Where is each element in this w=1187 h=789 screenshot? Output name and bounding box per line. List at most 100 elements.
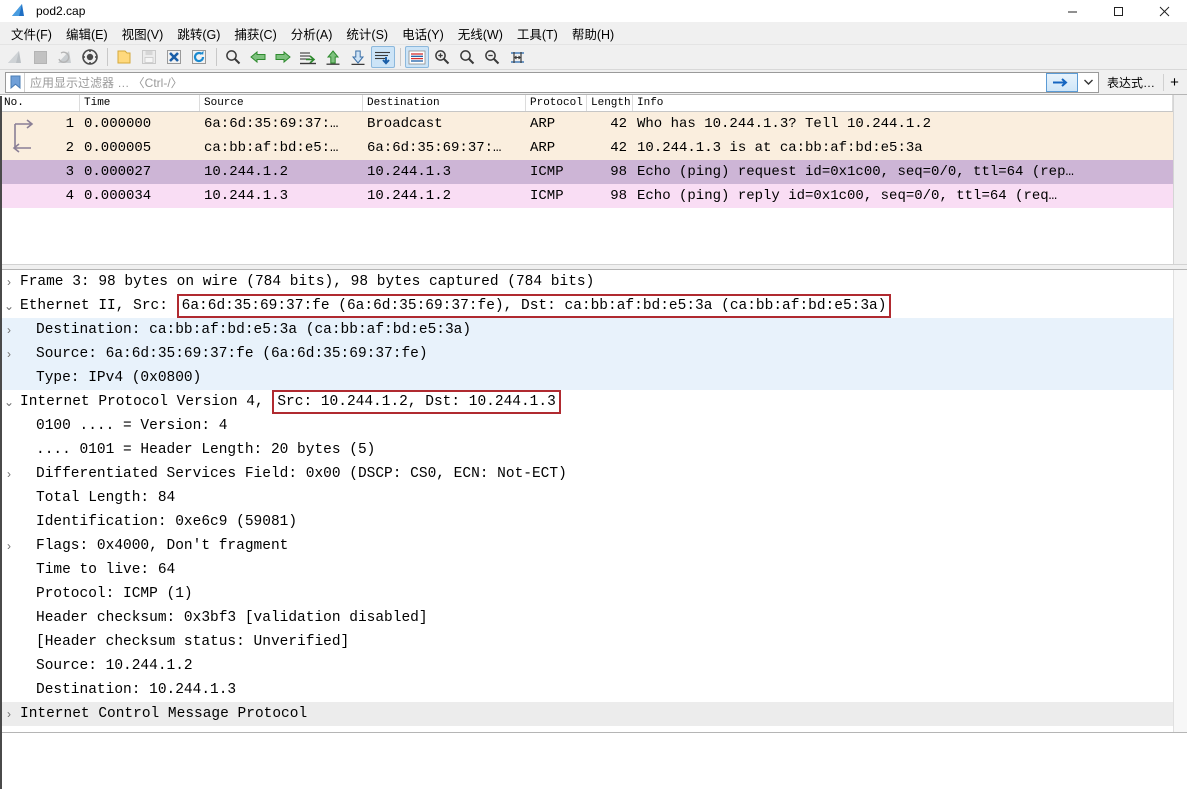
- cell-length: 42: [610, 140, 627, 156]
- column-header-source[interactable]: Source: [200, 95, 363, 111]
- cell-time: 0.000034: [84, 188, 152, 204]
- minimize-button[interactable]: [1049, 0, 1095, 22]
- cell-source: 10.244.1.2: [204, 164, 289, 180]
- menu-view[interactable]: 视图(V): [115, 22, 171, 45]
- table-row[interactable]: 3 0.000027 10.244.1.2 10.244.1.3 ICMP 98 Echo …: [0, 160, 1187, 184]
- go-to-packet-icon[interactable]: [296, 46, 320, 68]
- table-row[interactable]: 4 0.000034 10.244.1.3 10.244.1.2 ICMP 98 Echo …: [0, 184, 1187, 208]
- chevron-right-icon[interactable]: ›: [0, 467, 18, 481]
- menu-help[interactable]: 帮助(H): [565, 22, 621, 45]
- menu-telephony[interactable]: 电话(Y): [395, 22, 451, 45]
- cell-destination: Broadcast: [367, 116, 443, 132]
- detail-row[interactable]: › Flags: 0x4000, Don't fragment: [0, 534, 1187, 558]
- filter-expression-button[interactable]: 表达式…: [1099, 74, 1163, 91]
- chevron-down-icon[interactable]: [1079, 73, 1098, 92]
- menu-statistics[interactable]: 统计(S): [339, 22, 395, 45]
- detail-row[interactable]: Total Length: 84: [0, 486, 1187, 510]
- detail-text: Internet Protocol Version 4,: [20, 394, 273, 410]
- cell-no: 1: [65, 116, 74, 132]
- open-file-icon[interactable]: [112, 46, 136, 68]
- go-last-packet-icon[interactable]: [346, 46, 370, 68]
- detail-row[interactable]: Header checksum: 0x3bf3 [validation disa…: [0, 606, 1187, 630]
- apply-filter-button[interactable]: [1045, 72, 1078, 92]
- display-filter-input[interactable]: 应用显示过滤器 … 〈Ctrl-/〉: [25, 74, 1046, 91]
- menu-bar: 文件(F) 编辑(E) 视图(V) 跳转(G) 捕获(C) 分析(A) 统计(S) 电话(Y)…: [0, 22, 1187, 45]
- window-controls: [1049, 0, 1187, 22]
- detail-row[interactable]: Protocol: ICMP (1): [0, 582, 1187, 606]
- resize-columns-icon[interactable]: [505, 46, 529, 68]
- detail-row[interactable]: › Source: 6a:6d:35:69:37:fe (6a:6d:35:69:…: [0, 342, 1187, 366]
- detail-row[interactable]: › Internet Control Message Protocol: [0, 702, 1187, 726]
- column-header-time[interactable]: Time: [80, 95, 200, 111]
- close-file-icon[interactable]: [162, 46, 186, 68]
- detail-row[interactable]: › Frame 3: 98 bytes on wire (784 bits), 9…: [0, 270, 1187, 294]
- detail-label-wrap: Destination: ca:bb:af:bd:e5:3a (ca:bb:af…: [18, 322, 471, 338]
- menu-tools[interactable]: 工具(T): [510, 22, 565, 45]
- detail-row[interactable]: Source: 10.244.1.2: [0, 654, 1187, 678]
- menu-capture[interactable]: 捕获(C): [227, 22, 283, 45]
- cell-time: 0.000005: [84, 140, 152, 156]
- menu-wireless[interactable]: 无线(W): [451, 22, 510, 45]
- column-header-length[interactable]: Length: [587, 95, 633, 111]
- menu-file[interactable]: 文件(F): [4, 22, 59, 45]
- column-header-no[interactable]: No.: [0, 95, 80, 111]
- capture-options-icon[interactable]: [78, 46, 102, 68]
- chevron-right-icon[interactable]: ›: [0, 707, 18, 721]
- detail-label-wrap: Time to live: 64: [18, 562, 175, 578]
- find-packet-icon[interactable]: [221, 46, 245, 68]
- detail-row[interactable]: › Destination: ca:bb:af:bd:e5:3a (ca:bb:a…: [0, 318, 1187, 342]
- table-row[interactable]: 1 0.000000 6a:6d:35:69:37:… Broadcast ARP 42 W…: [0, 112, 1187, 136]
- menu-go[interactable]: 跳转(G): [170, 22, 227, 45]
- detail-row[interactable]: .... 0101 = Header Length: 20 bytes (5): [0, 438, 1187, 462]
- colorize-packets-icon[interactable]: [405, 46, 429, 68]
- go-back-icon[interactable]: [246, 46, 270, 68]
- auto-scroll-icon[interactable]: [371, 46, 395, 68]
- zoom-in-icon[interactable]: [430, 46, 454, 68]
- normal-size-icon[interactable]: [480, 46, 504, 68]
- chevron-down-icon[interactable]: ⌄: [0, 299, 18, 313]
- column-header-protocol[interactable]: Protocol: [526, 95, 587, 111]
- detail-row[interactable]: Identification: 0xe6c9 (59081): [0, 510, 1187, 534]
- menu-edit[interactable]: 编辑(E): [59, 22, 115, 45]
- filter-bookmark-icon[interactable]: [6, 72, 25, 92]
- detail-label-wrap: [Header checksum status: Unverified]: [18, 634, 349, 650]
- detail-row[interactable]: 0100 .... = Version: 4: [0, 414, 1187, 438]
- column-header-destination[interactable]: Destination: [363, 95, 526, 111]
- chevron-right-icon[interactable]: ›: [0, 323, 18, 337]
- chevron-right-icon[interactable]: ›: [0, 275, 18, 289]
- go-forward-icon[interactable]: [271, 46, 295, 68]
- detail-row[interactable]: [Header checksum status: Unverified]: [0, 630, 1187, 654]
- annotation-highlight-box: Src: 10.244.1.2, Dst: 10.244.1.3: [272, 390, 561, 414]
- detail-row[interactable]: ⌄ Ethernet II, Src: 6a:6d:35:69:37:fe (6a…: [0, 294, 1187, 318]
- chevron-down-icon[interactable]: ⌄: [0, 395, 18, 409]
- start-capture-icon: [3, 46, 27, 68]
- packet-details-scrollbar[interactable]: [1173, 270, 1187, 732]
- detail-label-wrap: Internet Protocol Version 4, Src: 10.244…: [18, 390, 561, 414]
- annotation-highlight-box: 6a:6d:35:69:37:fe (6a:6d:35:69:37:fe), D…: [176, 294, 892, 318]
- cell-length: 98: [610, 164, 627, 180]
- cell-info: Echo (ping) reply id=0x1c00, seq=0/0, tt…: [637, 188, 1058, 204]
- go-first-packet-icon[interactable]: [321, 46, 345, 68]
- detail-text: Internet Control Message Protocol: [20, 706, 308, 722]
- detail-label-wrap: Source: 10.244.1.2: [18, 658, 193, 674]
- detail-row[interactable]: Time to live: 64: [0, 558, 1187, 582]
- table-row[interactable]: 2 0.000005 ca:bb:af:bd:e5:… 6a:6d:35:69:37:…: [0, 136, 1187, 160]
- chevron-right-icon[interactable]: ›: [0, 347, 18, 361]
- maximize-button[interactable]: [1095, 0, 1141, 22]
- cell-source: 6a:6d:35:69:37:…: [204, 116, 339, 132]
- reload-file-icon[interactable]: [187, 46, 211, 68]
- detail-row[interactable]: ⌄ Internet Protocol Version 4, Src: 10.24…: [0, 390, 1187, 414]
- detail-row[interactable]: › Differentiated Services Field: 0x00 (DS…: [0, 462, 1187, 486]
- cell-time: 0.000000: [84, 116, 152, 132]
- detail-row[interactable]: Destination: 10.244.1.3: [0, 678, 1187, 702]
- column-header-info[interactable]: Info: [633, 95, 1173, 111]
- close-button[interactable]: [1141, 0, 1187, 22]
- zoom-out-icon[interactable]: [455, 46, 479, 68]
- add-filter-button[interactable]: +: [1163, 73, 1185, 91]
- display-filter-input-wrapper[interactable]: 应用显示过滤器 … 〈Ctrl-/〉: [5, 71, 1099, 93]
- packet-list-scrollbar[interactable]: [1173, 95, 1187, 264]
- chevron-right-icon[interactable]: ›: [0, 539, 18, 553]
- cell-source: ca:bb:af:bd:e5:…: [204, 140, 339, 156]
- menu-analyze[interactable]: 分析(A): [284, 22, 340, 45]
- detail-row[interactable]: Type: IPv4 (0x0800): [0, 366, 1187, 390]
